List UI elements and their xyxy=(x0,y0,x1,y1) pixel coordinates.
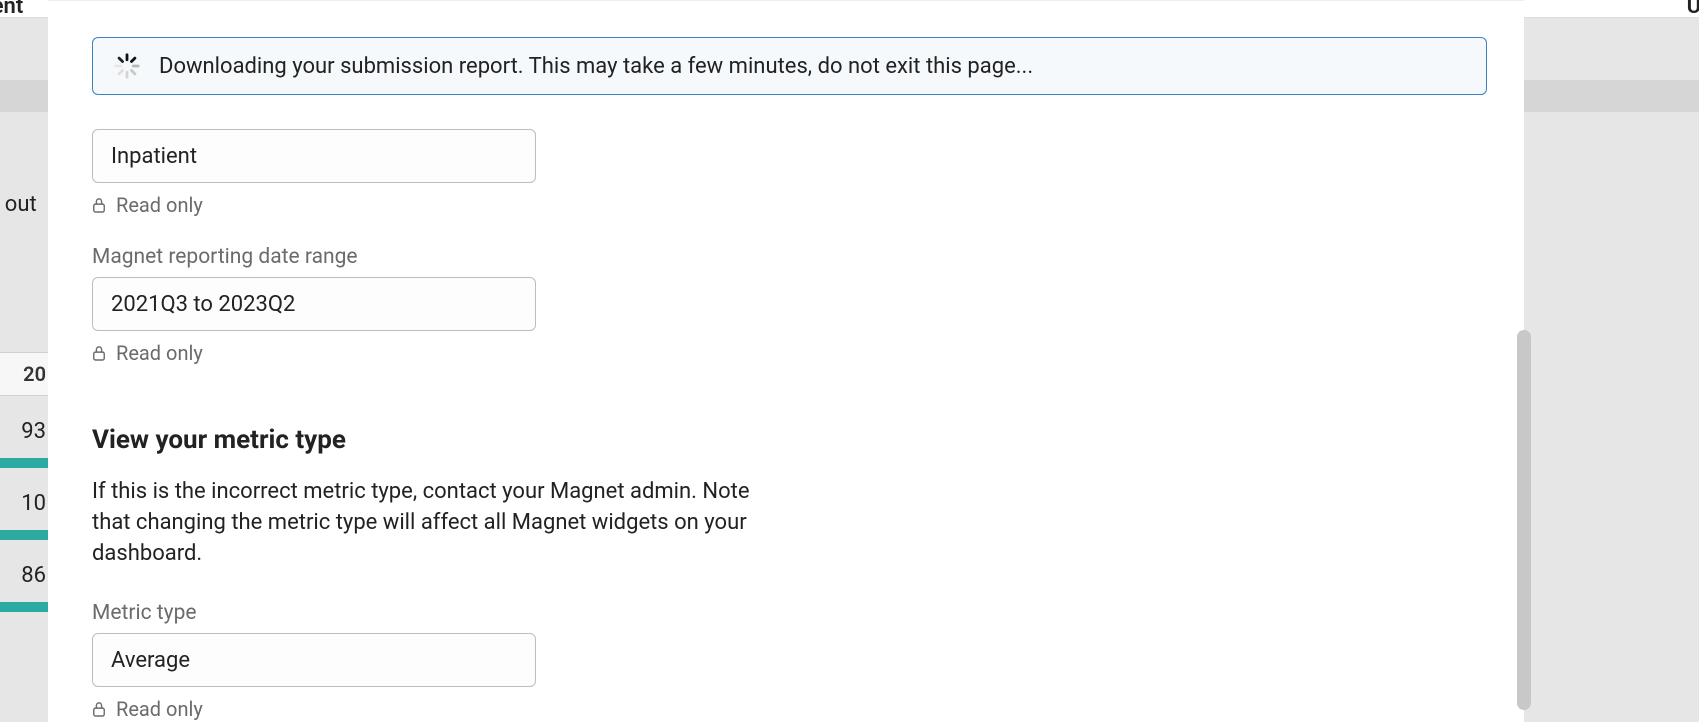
metric-type-label: Metric type xyxy=(92,601,1500,625)
scrollbar-thumb[interactable] xyxy=(1517,330,1531,710)
readonly-label: Read only xyxy=(116,193,203,217)
table-row: 93 xyxy=(0,396,48,468)
bg-header-fragment-right: Ur xyxy=(1687,0,1699,19)
readonly-indicator: Read only xyxy=(92,697,1500,721)
bg-bar xyxy=(0,602,48,612)
date-range-value: 2021Q3 to 2023Q2 xyxy=(111,292,295,317)
banner-message: Downloading your submission report. This… xyxy=(159,54,1033,79)
bg-cell: 10 xyxy=(21,491,46,516)
patient-type-value: Inpatient xyxy=(111,144,197,169)
patient-type-input[interactable]: Inpatient xyxy=(92,129,536,183)
readonly-indicator: Read only xyxy=(92,341,1500,365)
bg-bar xyxy=(0,458,48,468)
modal-content: Downloading your submission report. This… xyxy=(92,1,1524,722)
bg-cell: 93 xyxy=(21,419,46,444)
modal-panel: Downloading your submission report. This… xyxy=(48,0,1524,722)
metric-type-value: Average xyxy=(111,648,190,673)
bg-table-head: 20 xyxy=(0,352,48,396)
patient-type-field: Inpatient Read only xyxy=(92,129,1500,217)
metric-type-description: If this is the incorrect metric type, co… xyxy=(92,477,792,569)
spinner-icon xyxy=(113,52,141,80)
bg-cell: 86 xyxy=(21,563,46,588)
bg-header-fragment-left: ient xyxy=(0,0,23,19)
readonly-indicator: Read only xyxy=(92,193,1500,217)
bg-side-text: s out xyxy=(0,192,37,217)
date-range-label: Magnet reporting date range xyxy=(92,245,1500,269)
lock-icon xyxy=(92,196,108,214)
bg-table: 20 93 10 86 xyxy=(0,352,48,612)
date-range-input[interactable]: 2021Q3 to 2023Q2 xyxy=(92,277,536,331)
lock-icon xyxy=(92,700,108,718)
metric-type-heading: View your metric type xyxy=(92,425,1500,455)
table-row: 86 xyxy=(0,540,48,612)
readonly-label: Read only xyxy=(116,341,203,365)
lock-icon xyxy=(92,344,108,362)
download-banner: Downloading your submission report. This… xyxy=(92,37,1487,95)
readonly-label: Read only xyxy=(116,697,203,721)
metric-type-input[interactable]: Average xyxy=(92,633,536,687)
table-row: 10 xyxy=(0,468,48,540)
bg-bar xyxy=(0,530,48,540)
